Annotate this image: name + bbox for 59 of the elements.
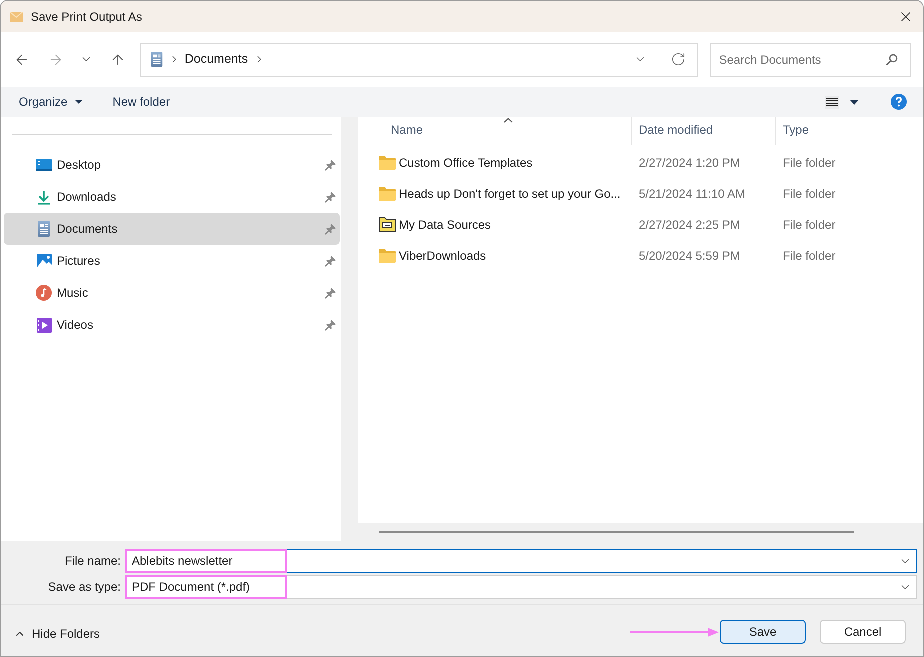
envelope-icon bbox=[10, 12, 23, 22]
file-name-field[interactable]: Ablebits newsletter bbox=[125, 549, 917, 573]
column-header[interactable]: Name bbox=[358, 117, 632, 145]
folder-icon bbox=[379, 186, 396, 200]
cancel-button[interactable]: Cancel bbox=[820, 620, 906, 644]
refresh-icon[interactable] bbox=[671, 52, 686, 67]
file-name[interactable]: ViberDownloads bbox=[399, 246, 486, 264]
document-icon bbox=[150, 52, 163, 67]
file-type: File folder bbox=[782, 154, 837, 172]
file-type: File folder bbox=[782, 248, 837, 264]
column-header[interactable]: Type bbox=[776, 117, 923, 145]
pin-icon[interactable] bbox=[325, 256, 336, 266]
new-folder-button[interactable]: New folder bbox=[112, 93, 170, 111]
save-button[interactable]: Save bbox=[720, 620, 806, 644]
video-icon bbox=[36, 318, 52, 332]
download-icon bbox=[37, 190, 51, 204]
hide-folders-button[interactable]: Hide Folders bbox=[14, 624, 100, 642]
date-modified: 5/20/2024 5:59 PM bbox=[638, 248, 742, 264]
sidebar-item[interactable]: Pictures bbox=[4, 245, 340, 277]
breadcrumb-item[interactable]: Documents bbox=[182, 50, 250, 69]
date-modified: 2/27/2024 2:25 PM bbox=[638, 216, 742, 234]
field-label: File name: bbox=[64, 553, 122, 570]
sidebar-item[interactable]: Downloads bbox=[4, 181, 340, 213]
file-type: File folder bbox=[782, 186, 837, 202]
pin-icon[interactable] bbox=[325, 160, 336, 170]
date-modified: 2/27/2024 1:20 PM bbox=[638, 154, 742, 172]
sidebar-item[interactable]: Videos bbox=[4, 309, 340, 341]
organize-menu[interactable]: Organize bbox=[19, 93, 83, 111]
document-icon bbox=[38, 221, 50, 237]
music-note-icon bbox=[36, 285, 52, 301]
pin-icon[interactable] bbox=[325, 224, 336, 234]
desktop-icon bbox=[36, 159, 52, 171]
help-icon[interactable] bbox=[891, 94, 907, 110]
database-folder-icon bbox=[379, 217, 396, 232]
field-label: Save as type: bbox=[47, 579, 122, 596]
list-view-icon[interactable] bbox=[825, 96, 839, 108]
window-title: Save Print Output As bbox=[31, 8, 142, 26]
sidebar-item[interactable]: Documents bbox=[4, 213, 340, 245]
pin-icon[interactable] bbox=[325, 192, 336, 202]
file-type-dropdown[interactable]: PDF Document (*.pdf) bbox=[125, 575, 917, 599]
file-name[interactable]: Custom Office Templates bbox=[399, 154, 533, 172]
sidebar-item[interactable]: Music bbox=[4, 277, 340, 309]
folder-icon bbox=[379, 156, 396, 170]
pin-icon[interactable] bbox=[325, 288, 336, 298]
column-header[interactable]: Date modified bbox=[632, 117, 776, 145]
scrollbar-thumb[interactable] bbox=[379, 531, 854, 533]
search-field[interactable]: Search Documents bbox=[710, 42, 911, 76]
pin-icon[interactable] bbox=[325, 320, 336, 330]
caret-down-icon[interactable] bbox=[850, 100, 859, 104]
search-icon[interactable] bbox=[886, 54, 898, 66]
date-modified: 5/21/2024 11:10 AM bbox=[638, 186, 747, 202]
file-type: File folder bbox=[782, 216, 837, 234]
address-bar[interactable]: Documents bbox=[140, 42, 698, 76]
file-name[interactable]: My Data Sources bbox=[399, 216, 492, 234]
folder-icon bbox=[379, 248, 396, 262]
file-name[interactable]: Heads up Don't forget to set up your Go... bbox=[399, 184, 621, 202]
picture-icon bbox=[36, 254, 52, 268]
sidebar-item[interactable]: Desktop bbox=[4, 149, 340, 181]
caret-down-icon bbox=[74, 100, 83, 104]
